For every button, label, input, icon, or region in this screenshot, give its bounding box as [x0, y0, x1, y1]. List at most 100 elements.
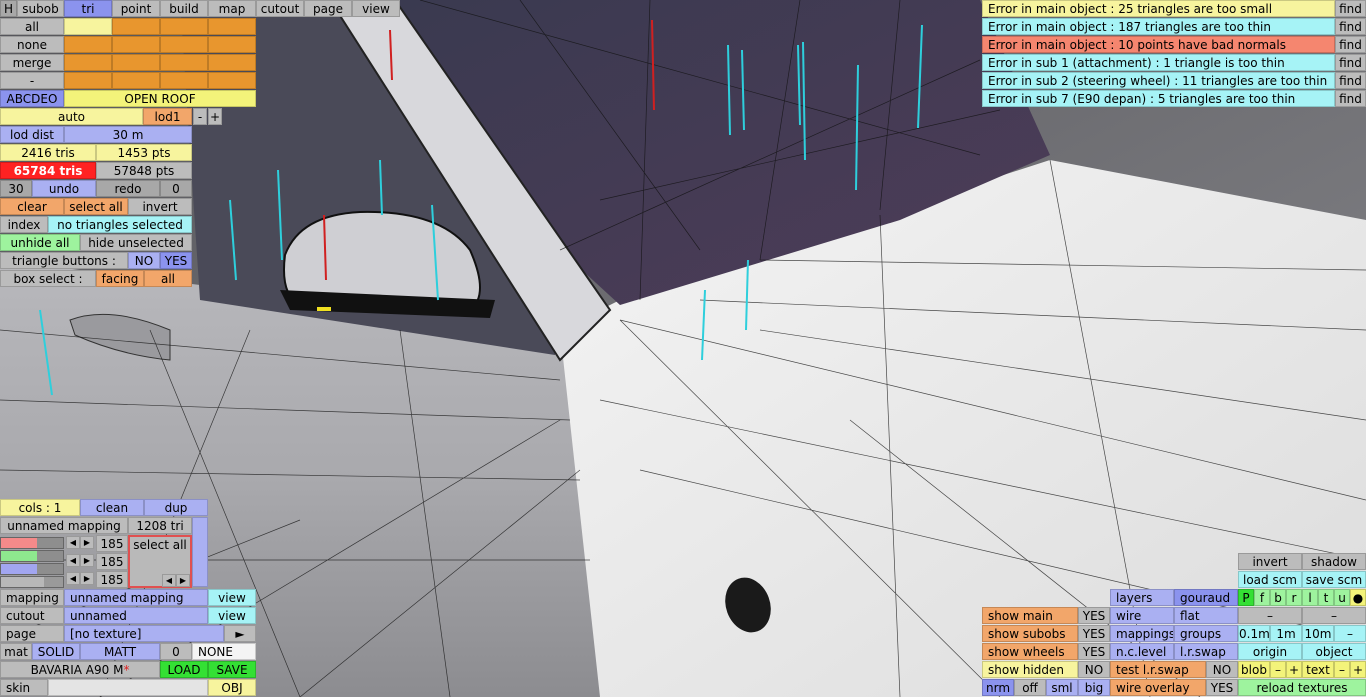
view-p-button[interactable]: P	[1238, 589, 1254, 606]
view-r-button[interactable]: r	[1286, 589, 1302, 606]
tab-tri[interactable]: tri	[64, 0, 112, 17]
tab-view[interactable]: view	[352, 0, 400, 17]
tab-page[interactable]: page	[304, 0, 352, 17]
text-plus-button[interactable]: +	[1350, 661, 1366, 678]
wire-overlay-button[interactable]: wire overlay	[1110, 679, 1206, 696]
normals-off-button[interactable]: off	[1014, 679, 1046, 696]
show-subobs-label[interactable]: show subobs	[982, 625, 1078, 642]
show-main-toggle[interactable]: YES	[1078, 607, 1110, 624]
text-minus-button[interactable]: –	[1334, 661, 1350, 678]
gouraud-button[interactable]: gouraud	[1174, 589, 1238, 606]
group-cell[interactable]	[112, 18, 160, 35]
group-cell[interactable]	[64, 36, 112, 53]
invert-button[interactable]: invert	[1238, 553, 1302, 570]
test-lr-swap-toggle[interactable]: NO	[1206, 661, 1238, 678]
cutout-value[interactable]: unnamed	[64, 607, 208, 624]
group-cell[interactable]	[112, 72, 160, 89]
lod-button[interactable]: lod1	[143, 108, 192, 125]
undo-button[interactable]: undo	[32, 180, 96, 197]
object-button[interactable]: object	[1302, 643, 1366, 660]
box-select-all[interactable]: all	[144, 270, 192, 287]
view-l-button[interactable]: l	[1302, 589, 1318, 606]
obj-button[interactable]: OBJ	[208, 679, 256, 696]
layers-button[interactable]: layers	[1110, 589, 1174, 606]
tab-cutout[interactable]: cutout	[256, 0, 304, 17]
clear-button[interactable]: clear	[0, 198, 64, 215]
group-cell[interactable]	[160, 54, 208, 71]
dash-row[interactable]: -	[0, 72, 64, 89]
alpha-slider[interactable]	[0, 576, 64, 588]
wire-overlay-toggle[interactable]: YES	[1206, 679, 1238, 696]
lod-dist-value[interactable]: 30 m	[64, 126, 192, 143]
find-button[interactable]: find	[1335, 54, 1366, 71]
group-cell[interactable]	[160, 18, 208, 35]
view-f-button[interactable]: f	[1254, 589, 1270, 606]
show-subobs-toggle[interactable]: YES	[1078, 625, 1110, 642]
view-u-button[interactable]: u	[1334, 589, 1350, 606]
text-button[interactable]: text	[1302, 661, 1334, 678]
red-slider[interactable]	[0, 537, 64, 549]
find-button[interactable]: find	[1335, 72, 1366, 89]
save-button[interactable]: SAVE	[208, 661, 256, 678]
lr-swap-button[interactable]: l.r.swap	[1174, 643, 1238, 660]
dash-button[interactable]: –	[1238, 607, 1302, 624]
find-button[interactable]: find	[1335, 90, 1366, 107]
auto-lod-button[interactable]: auto	[0, 108, 143, 125]
view-b-button[interactable]: b	[1270, 589, 1286, 606]
select-all-row[interactable]: all	[0, 18, 64, 35]
flat-button[interactable]: flat	[1174, 607, 1238, 624]
group-cell[interactable]	[112, 54, 160, 71]
grid-10m-button[interactable]: 10m	[1302, 625, 1334, 642]
solid-button[interactable]: SOLID	[32, 643, 80, 660]
group-cell[interactable]	[208, 72, 256, 89]
show-hidden-toggle[interactable]: NO	[1078, 661, 1110, 678]
load-button[interactable]: LOAD	[160, 661, 208, 678]
group-cell[interactable]	[64, 18, 112, 35]
grid-minus-button[interactable]: –	[1334, 625, 1366, 642]
swatch-prev-icon[interactable]: ◀	[162, 574, 176, 587]
lod-dist-label[interactable]: lod dist	[0, 126, 64, 143]
blob-minus-button[interactable]: –	[1270, 661, 1286, 678]
mapping-view-button[interactable]: view	[208, 589, 256, 606]
origin-button[interactable]: origin	[1238, 643, 1302, 660]
normals-small-button[interactable]: sml	[1046, 679, 1078, 696]
nc-level-button[interactable]: n.c.level	[1110, 643, 1174, 660]
redo-button[interactable]: redo	[96, 180, 160, 197]
dot-icon[interactable]: ●	[1350, 589, 1366, 606]
blue-increment-icon[interactable]: ▶	[80, 572, 94, 585]
group-cell[interactable]	[64, 72, 112, 89]
select-all-button[interactable]: select all	[64, 198, 128, 215]
group-cell[interactable]	[160, 72, 208, 89]
group-cell[interactable]	[208, 18, 256, 35]
red-decrement-icon[interactable]: ◀	[66, 536, 80, 549]
swatch-next-icon[interactable]: ▶	[176, 574, 190, 587]
grid-01m-button[interactable]: 0.1m	[1238, 625, 1270, 642]
lod-minus-button[interactable]: -	[193, 108, 207, 125]
tab-subob[interactable]: subob	[17, 0, 64, 17]
mappings-button[interactable]: mappings	[1110, 625, 1174, 642]
tab-map[interactable]: map	[208, 0, 256, 17]
green-slider[interactable]	[0, 550, 64, 562]
test-lr-swap-button[interactable]: test l.r.swap	[1110, 661, 1206, 678]
cols-button[interactable]: cols : 1	[0, 499, 80, 516]
blob-button[interactable]: blob	[1238, 661, 1270, 678]
triangle-buttons-yes[interactable]: YES	[160, 252, 192, 269]
select-all-colour-button[interactable]: select all	[130, 537, 190, 554]
abcdeo-button[interactable]: ABCDEO	[0, 90, 64, 107]
dup-button[interactable]: dup	[144, 499, 208, 516]
find-button[interactable]: find	[1335, 18, 1366, 35]
group-cell[interactable]	[208, 36, 256, 53]
save-scm-button[interactable]: save scm	[1302, 571, 1366, 588]
red-increment-icon[interactable]: ▶	[80, 536, 94, 549]
lod-plus-button[interactable]: +	[208, 108, 222, 125]
grid-1m-button[interactable]: 1m	[1270, 625, 1302, 642]
material-none[interactable]: NONE	[192, 643, 256, 660]
tab-build[interactable]: build	[160, 0, 208, 17]
cutout-view-button[interactable]: view	[208, 607, 256, 624]
reload-textures-button[interactable]: reload textures	[1238, 679, 1366, 696]
box-select-facing[interactable]: facing	[96, 270, 144, 287]
green-decrement-icon[interactable]: ◀	[66, 554, 80, 567]
group-cell[interactable]	[64, 54, 112, 71]
material-index[interactable]: 0	[160, 643, 192, 660]
normals-big-button[interactable]: big	[1078, 679, 1110, 696]
